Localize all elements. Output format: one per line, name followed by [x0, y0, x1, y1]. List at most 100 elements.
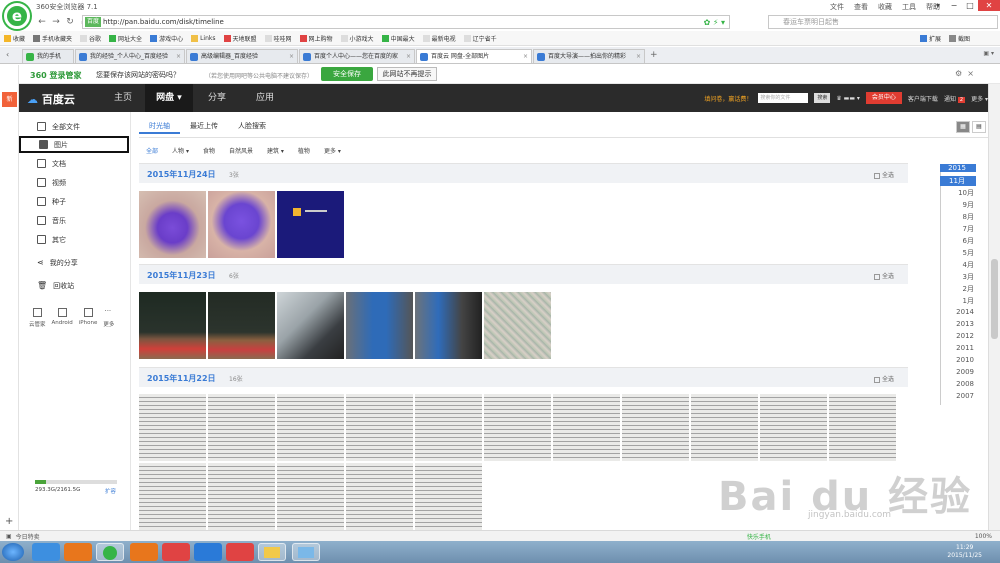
skin-icon[interactable]: ▾ — [930, 0, 946, 11]
refresh-icon[interactable]: ↻ — [64, 16, 76, 28]
survey-link[interactable]: 填问卷，赢话费！ — [704, 94, 752, 103]
fav-item[interactable]: 天地联盟 — [223, 34, 257, 43]
crown-icon[interactable]: ♛ ▬▬ ▾ — [836, 95, 860, 102]
zoom-level[interactable]: 100% — [975, 533, 992, 540]
timeline-item[interactable]: 2013 — [940, 320, 976, 328]
photo-thumbnail[interactable] — [346, 463, 413, 530]
fav-item[interactable]: 哇哇网 — [264, 34, 292, 43]
list-view-icon[interactable]: ▤ — [972, 121, 986, 133]
timeline-item[interactable]: 9月 — [940, 200, 976, 210]
taskbar-player-icon[interactable] — [162, 543, 190, 561]
photo-thumbnail[interactable] — [415, 292, 482, 359]
sidebar-item-all-files[interactable]: 全部文件 — [19, 118, 131, 135]
group-date[interactable]: 2015年11月23日 — [147, 270, 216, 281]
photo-thumbnail[interactable] — [346, 292, 413, 359]
tab-baidu-home[interactable]: 百度个人中心——您在百度的家 × — [299, 49, 415, 63]
notice-link[interactable]: 通知 2 — [944, 94, 966, 103]
start-button[interactable] — [2, 543, 24, 561]
photo-thumbnail[interactable] — [208, 394, 275, 461]
device-android[interactable]: Android — [52, 308, 73, 328]
browser-search-input[interactable]: 春运车票明日起售 — [768, 15, 998, 29]
nav-apps[interactable]: 应用 — [243, 84, 287, 112]
back-icon[interactable]: ← — [36, 16, 48, 28]
tab-recent-upload[interactable]: 最近上传 — [180, 118, 228, 134]
fav-item[interactable]: Links — [191, 34, 216, 42]
filter-scenery[interactable]: 自然风景 — [229, 146, 253, 155]
photo-thumbnail[interactable] — [139, 463, 206, 530]
tab-face-search[interactable]: 人脸搜索 — [228, 118, 276, 134]
timeline-item[interactable]: 10月 — [940, 188, 976, 198]
security-icon[interactable]: ✿ ⚡ ▾ — [704, 18, 725, 27]
page-scrollbar[interactable] — [988, 84, 1000, 530]
photo-thumbnail[interactable] — [139, 292, 206, 359]
taskbar-sogou-icon[interactable] — [194, 543, 222, 561]
taskbar-paint-icon[interactable] — [292, 543, 320, 561]
group-date[interactable]: 2015年11月22日 — [147, 373, 216, 384]
photo-thumbnail[interactable] — [553, 394, 620, 461]
vip-center-button[interactable]: 会员中心 — [865, 92, 902, 104]
fav-item[interactable]: 网址大全 — [109, 34, 142, 43]
minimize-button[interactable]: − — [946, 0, 962, 11]
timeline-item[interactable]: 2012 — [940, 332, 976, 340]
extensions-button[interactable]: 扩展 — [919, 34, 941, 43]
today-deals-link[interactable]: 今日特卖 — [16, 532, 40, 541]
select-all-checkbox[interactable]: 全选 — [873, 271, 894, 280]
photo-thumbnail[interactable] — [208, 292, 275, 359]
url-text[interactable]: http://pan.baidu.com/disk/timeline — [103, 18, 224, 26]
taskbar-ie-icon[interactable] — [32, 543, 60, 561]
timeline-item[interactable]: 2014 — [940, 308, 976, 316]
fav-item[interactable]: 中国最大 — [381, 34, 415, 43]
menu-view[interactable]: 查看 — [854, 2, 868, 12]
file-search-button[interactable]: 搜索 — [814, 93, 831, 103]
nav-home[interactable]: 主页 — [101, 84, 145, 112]
photo-thumbnail[interactable] — [277, 292, 344, 359]
menu-tools[interactable]: 工具 — [902, 2, 916, 12]
photo-thumbnail[interactable] — [691, 394, 758, 461]
photo-thumbnail[interactable] — [415, 463, 482, 530]
photo-thumbnail[interactable] — [208, 191, 275, 258]
grid-view-icon[interactable]: ▦ — [956, 121, 970, 133]
filter-all[interactable]: 全部 — [146, 146, 158, 155]
timeline-item[interactable]: 4月 — [940, 260, 976, 270]
forward-icon[interactable]: → — [50, 16, 62, 28]
tab-baidu-pan[interactable]: 百度云 网盘-全部图片 × — [416, 49, 532, 63]
select-all-checkbox[interactable]: 全选 — [873, 374, 894, 383]
taskbar-media-icon[interactable] — [64, 543, 92, 561]
file-search-input[interactable]: 搜索你的文件 — [758, 93, 809, 103]
fav-item[interactable]: 手机收藏夹 — [33, 34, 72, 43]
tab-my-phone[interactable]: 我的手机 — [22, 49, 74, 63]
photo-thumbnail[interactable] — [760, 394, 827, 461]
filter-more[interactable]: 更多 ▾ — [324, 146, 341, 155]
tab-list-icon[interactable]: ▣ ▾ — [983, 50, 994, 57]
device-more[interactable]: ··· 更多 — [103, 308, 114, 329]
photo-thumbnail[interactable] — [346, 394, 413, 461]
fav-item[interactable]: 谷歌 — [80, 34, 101, 43]
new-tab-button[interactable]: + — [650, 50, 658, 60]
fav-item[interactable]: 网上购物 — [299, 34, 333, 43]
save-password-button[interactable]: 安全保存 — [321, 67, 373, 81]
tab-timeline[interactable]: 时光轴 — [139, 118, 180, 134]
filter-people[interactable]: 人物 ▾ — [172, 146, 189, 155]
system-clock[interactable]: 11:29 2015/11/25 — [947, 544, 982, 560]
group-date[interactable]: 2015年11月24日 — [147, 169, 216, 180]
photo-thumbnail[interactable] — [484, 292, 551, 359]
taskbar-taobao-icon[interactable] — [130, 543, 158, 561]
sidebar-item-videos[interactable]: 视频 — [19, 174, 131, 191]
client-download-link[interactable]: 客户端下载 — [908, 94, 938, 103]
timeline-item[interactable]: 2015 — [940, 164, 976, 172]
timeline-item[interactable]: 2008 — [940, 380, 976, 388]
fav-item[interactable]: 辽宁省千 — [463, 34, 497, 43]
fav-item[interactable]: 收藏 — [4, 34, 25, 43]
more-menu[interactable]: 更多 ▾ — [971, 94, 988, 103]
address-bar[interactable]: 百度 http://pan.baidu.com/disk/timeline ✿ … — [82, 15, 730, 29]
photo-thumbnail[interactable] — [277, 191, 344, 258]
timeline-item[interactable]: 2009 — [940, 368, 976, 376]
baidu-cloud-logo[interactable]: ☁ 百度云 — [27, 91, 75, 107]
sidebar-item-images[interactable]: 图片 — [19, 136, 129, 153]
taskbar-app-icon[interactable] — [226, 543, 254, 561]
photo-thumbnail[interactable] — [415, 394, 482, 461]
fav-item[interactable]: 最新电视 — [422, 34, 456, 43]
device-iphone[interactable]: iPhone — [79, 308, 97, 328]
close-button[interactable]: ✕ — [978, 0, 1000, 11]
timeline-item[interactable]: 3月 — [940, 272, 976, 282]
